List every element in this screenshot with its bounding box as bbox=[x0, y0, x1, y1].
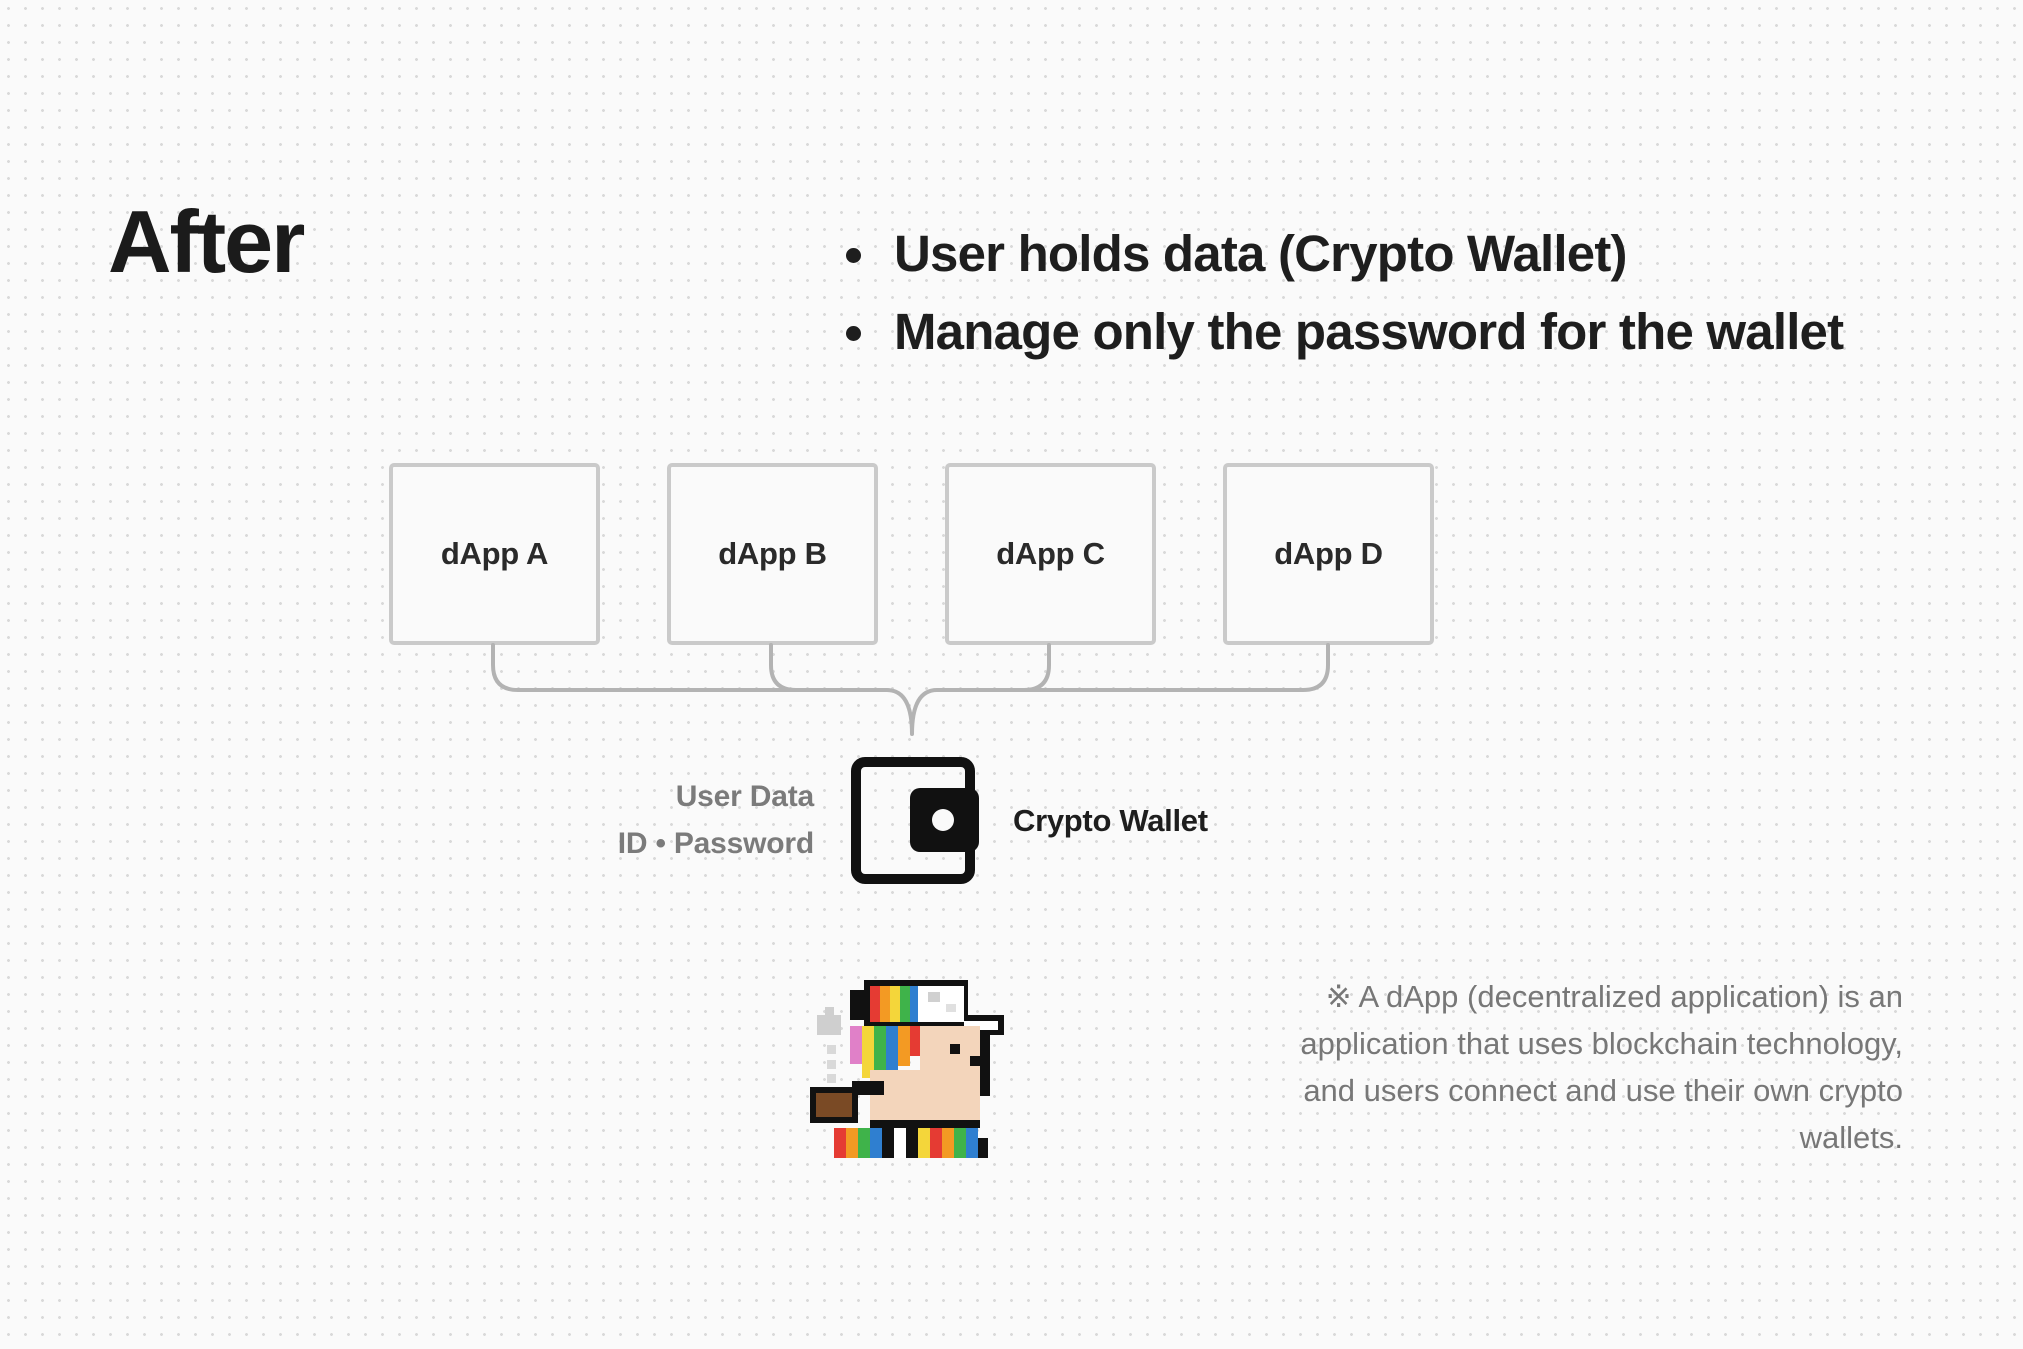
dapp-d-box: dApp D bbox=[1223, 463, 1434, 645]
bullet-dot bbox=[846, 326, 861, 341]
user-data-label: User Data bbox=[675, 780, 814, 813]
dapp-c-box: dApp C bbox=[945, 463, 1156, 645]
dapp-footnote: ※ A dApp (decentralized application) is … bbox=[1300, 979, 1903, 1155]
pixel-art-character bbox=[810, 980, 1004, 1158]
bullet-dot bbox=[846, 248, 861, 263]
crypto-wallet-label: Crypto Wallet bbox=[1013, 803, 1208, 838]
dapp-a-box: dApp A bbox=[389, 463, 600, 645]
key-point-text: User holds data (Crypto Wallet) bbox=[894, 225, 1628, 282]
key-points-list: User holds data (Crypto Wallet) Manage o… bbox=[838, 215, 1844, 371]
key-point-text: Manage only the password for the wallet bbox=[894, 303, 1844, 360]
page-title: After bbox=[108, 192, 305, 291]
wallet-icon bbox=[851, 757, 979, 884]
key-point: Manage only the password for the wallet bbox=[838, 293, 1844, 371]
dapp-b-box: dApp B bbox=[667, 463, 878, 645]
id-password-label: ID • Password bbox=[617, 827, 814, 860]
key-point: User holds data (Crypto Wallet) bbox=[838, 215, 1843, 293]
